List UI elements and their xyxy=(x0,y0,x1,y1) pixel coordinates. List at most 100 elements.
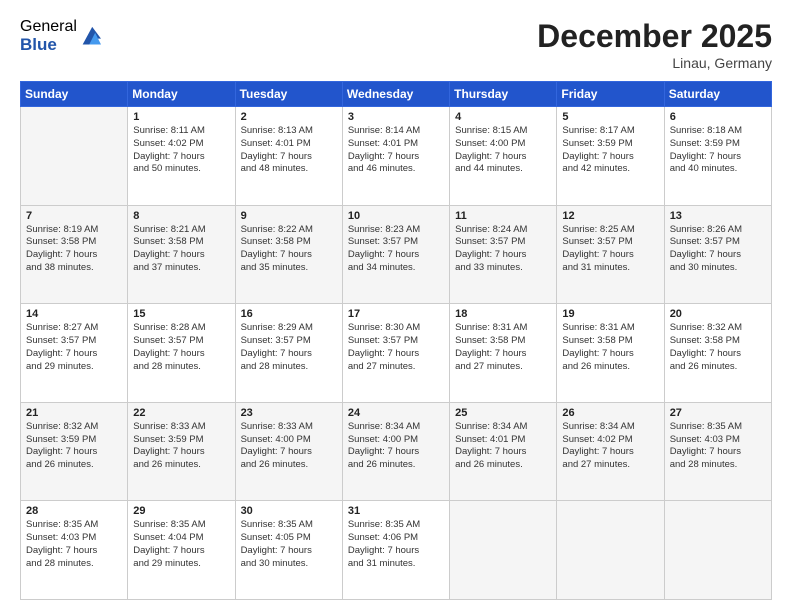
table-row: 22 Sunrise: 8:33 AM Sunset: 3:59 PM Dayli… xyxy=(128,402,235,501)
day-number: 23 xyxy=(241,407,337,419)
cell-info: Sunrise: 8:31 AM Sunset: 3:58 PM Dayligh… xyxy=(455,322,551,373)
cell-info: Sunrise: 8:25 AM Sunset: 3:57 PM Dayligh… xyxy=(562,224,658,275)
table-row: 12Sunrise: 8:25 AM Sunset: 3:57 PM Dayli… xyxy=(557,205,664,304)
cell-info: Sunrise: 8:35 AM Sunset: 4:05 PM Dayligh… xyxy=(241,519,337,570)
table-row: 21Sunrise: 8:32 AM Sunset: 3:59 PM Dayli… xyxy=(21,402,128,501)
day-number: 1 xyxy=(133,111,229,123)
col-thursday: Thursday xyxy=(450,82,557,107)
table-row: 29 Sunrise: 8:35 AM Sunset: 4:04 PM Dayli… xyxy=(128,501,235,600)
day-number: 5 xyxy=(562,111,658,123)
table-row: 3Sunrise: 8:14 AM Sunset: 4:01 PM Daylig… xyxy=(342,107,449,206)
col-monday: Monday xyxy=(128,82,235,107)
cell-info: Sunrise: 8:26 AM Sunset: 3:57 PM Dayligh… xyxy=(670,224,766,275)
calendar-table: Sunday Monday Tuesday Wednesday Thursday… xyxy=(20,81,772,600)
table-row: 17 Sunrise: 8:30 AM Sunset: 3:57 PM Dayli… xyxy=(342,304,449,403)
day-number: 24 xyxy=(348,407,444,419)
cell-info: Sunrise: 8:34 AM Sunset: 4:00 PM Dayligh… xyxy=(348,421,444,472)
col-sunday: Sunday xyxy=(21,82,128,107)
day-number: 17 xyxy=(348,308,444,320)
day-number: 19 xyxy=(562,308,658,320)
day-number: 25 xyxy=(455,407,551,419)
cell-info: Sunrise: 8:35 AM Sunset: 4:04 PM Dayligh… xyxy=(133,519,229,570)
cell-info: Sunrise: 8:11 AM Sunset: 4:02 PM Dayligh… xyxy=(133,125,229,176)
table-row xyxy=(450,501,557,600)
cell-info: Sunrise: 8:15 AM Sunset: 4:00 PM Dayligh… xyxy=(455,125,551,176)
day-number: 18 xyxy=(455,308,551,320)
cell-info: Sunrise: 8:35 AM Sunset: 4:06 PM Dayligh… xyxy=(348,519,444,570)
header: General Blue December 2025 Linau, German… xyxy=(20,18,772,71)
day-number: 13 xyxy=(670,210,766,222)
table-row: 14 Sunrise: 8:27 AM Sunset: 3:57 PM Dayli… xyxy=(21,304,128,403)
day-number: 16 xyxy=(241,308,337,320)
day-number: 10 xyxy=(348,210,444,222)
cell-info: Sunrise: 8:32 AM Sunset: 3:59 PM Dayligh… xyxy=(26,421,122,472)
day-number: 11 xyxy=(455,210,551,222)
cell-info: Sunrise: 8:30 AM Sunset: 3:57 PM Dayligh… xyxy=(348,322,444,373)
calendar-week-row: 21Sunrise: 8:32 AM Sunset: 3:59 PM Dayli… xyxy=(21,402,772,501)
table-row: 6Sunrise: 8:18 AM Sunset: 3:59 PM Daylig… xyxy=(664,107,771,206)
calendar-week-row: 14 Sunrise: 8:27 AM Sunset: 3:57 PM Dayli… xyxy=(21,304,772,403)
cell-info: Sunrise: 8:29 AM Sunset: 3:57 PM Dayligh… xyxy=(241,322,337,373)
day-number: 20 xyxy=(670,308,766,320)
table-row xyxy=(664,501,771,600)
table-row: 20Sunrise: 8:32 AM Sunset: 3:58 PM Dayli… xyxy=(664,304,771,403)
day-number: 3 xyxy=(348,111,444,123)
cell-info: Sunrise: 8:33 AM Sunset: 3:59 PM Dayligh… xyxy=(133,421,229,472)
cell-info: Sunrise: 8:23 AM Sunset: 3:57 PM Dayligh… xyxy=(348,224,444,275)
table-row: 16 Sunrise: 8:29 AM Sunset: 3:57 PM Dayli… xyxy=(235,304,342,403)
table-row xyxy=(21,107,128,206)
table-row xyxy=(557,501,664,600)
cell-info: Sunrise: 8:35 AM Sunset: 4:03 PM Dayligh… xyxy=(670,421,766,472)
cell-info: Sunrise: 8:13 AM Sunset: 4:01 PM Dayligh… xyxy=(241,125,337,176)
table-row: 31 Sunrise: 8:35 AM Sunset: 4:06 PM Dayli… xyxy=(342,501,449,600)
table-row: 10 Sunrise: 8:23 AM Sunset: 3:57 PM Dayli… xyxy=(342,205,449,304)
day-number: 30 xyxy=(241,505,337,517)
cell-info: Sunrise: 8:22 AM Sunset: 3:58 PM Dayligh… xyxy=(241,224,337,275)
day-number: 28 xyxy=(26,505,122,517)
cell-info: Sunrise: 8:27 AM Sunset: 3:57 PM Dayligh… xyxy=(26,322,122,373)
table-row: 8Sunrise: 8:21 AM Sunset: 3:58 PM Daylig… xyxy=(128,205,235,304)
calendar-week-row: 1 Sunrise: 8:11 AM Sunset: 4:02 PM Daylig… xyxy=(21,107,772,206)
day-number: 22 xyxy=(133,407,229,419)
logo-icon xyxy=(79,24,101,46)
logo-blue: Blue xyxy=(20,36,77,55)
cell-info: Sunrise: 8:33 AM Sunset: 4:00 PM Dayligh… xyxy=(241,421,337,472)
day-number: 9 xyxy=(241,210,337,222)
day-number: 27 xyxy=(670,407,766,419)
table-row: 9 Sunrise: 8:22 AM Sunset: 3:58 PM Daylig… xyxy=(235,205,342,304)
table-row: 11 Sunrise: 8:24 AM Sunset: 3:57 PM Dayli… xyxy=(450,205,557,304)
table-row: 2Sunrise: 8:13 AM Sunset: 4:01 PM Daylig… xyxy=(235,107,342,206)
page: General Blue December 2025 Linau, German… xyxy=(0,0,792,612)
table-row: 19Sunrise: 8:31 AM Sunset: 3:58 PM Dayli… xyxy=(557,304,664,403)
day-number: 8 xyxy=(133,210,229,222)
col-wednesday: Wednesday xyxy=(342,82,449,107)
month-title: December 2025 xyxy=(537,18,772,55)
table-row: 4Sunrise: 8:15 AM Sunset: 4:00 PM Daylig… xyxy=(450,107,557,206)
table-row: 27 Sunrise: 8:35 AM Sunset: 4:03 PM Dayli… xyxy=(664,402,771,501)
logo-text: General Blue xyxy=(20,18,77,54)
cell-info: Sunrise: 8:35 AM Sunset: 4:03 PM Dayligh… xyxy=(26,519,122,570)
day-number: 29 xyxy=(133,505,229,517)
table-row: 28 Sunrise: 8:35 AM Sunset: 4:03 PM Dayli… xyxy=(21,501,128,600)
day-number: 26 xyxy=(562,407,658,419)
cell-info: Sunrise: 8:24 AM Sunset: 3:57 PM Dayligh… xyxy=(455,224,551,275)
day-number: 7 xyxy=(26,210,122,222)
cell-info: Sunrise: 8:19 AM Sunset: 3:58 PM Dayligh… xyxy=(26,224,122,275)
table-row: 15 Sunrise: 8:28 AM Sunset: 3:57 PM Dayli… xyxy=(128,304,235,403)
table-row: 1 Sunrise: 8:11 AM Sunset: 4:02 PM Daylig… xyxy=(128,107,235,206)
table-row: 25 Sunrise: 8:34 AM Sunset: 4:01 PM Dayli… xyxy=(450,402,557,501)
col-friday: Friday xyxy=(557,82,664,107)
cell-info: Sunrise: 8:34 AM Sunset: 4:02 PM Dayligh… xyxy=(562,421,658,472)
cell-info: Sunrise: 8:28 AM Sunset: 3:57 PM Dayligh… xyxy=(133,322,229,373)
table-row: 30 Sunrise: 8:35 AM Sunset: 4:05 PM Dayli… xyxy=(235,501,342,600)
cell-info: Sunrise: 8:34 AM Sunset: 4:01 PM Dayligh… xyxy=(455,421,551,472)
table-row: 23 Sunrise: 8:33 AM Sunset: 4:00 PM Dayli… xyxy=(235,402,342,501)
cell-info: Sunrise: 8:18 AM Sunset: 3:59 PM Dayligh… xyxy=(670,125,766,176)
table-row: 18 Sunrise: 8:31 AM Sunset: 3:58 PM Dayli… xyxy=(450,304,557,403)
table-row: 24 Sunrise: 8:34 AM Sunset: 4:00 PM Dayli… xyxy=(342,402,449,501)
table-row: 5Sunrise: 8:17 AM Sunset: 3:59 PM Daylig… xyxy=(557,107,664,206)
day-number: 15 xyxy=(133,308,229,320)
title-block: December 2025 Linau, Germany xyxy=(537,18,772,71)
day-number: 14 xyxy=(26,308,122,320)
day-number: 31 xyxy=(348,505,444,517)
